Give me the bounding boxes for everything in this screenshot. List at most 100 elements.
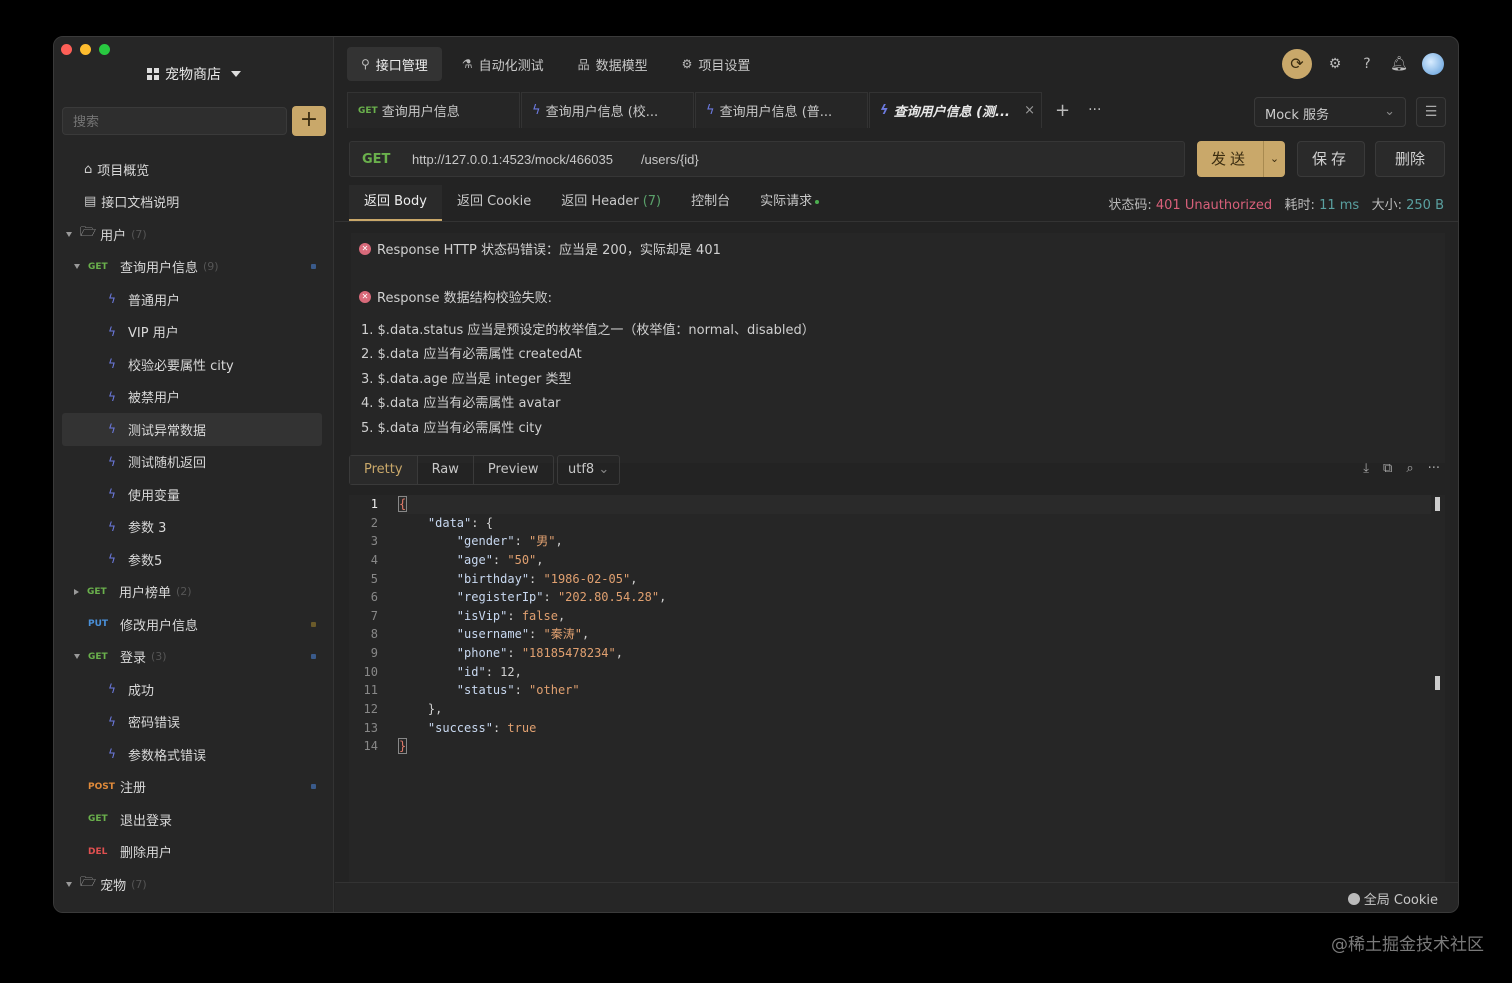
request-method[interactable]: GET	[350, 152, 412, 167]
tree-item[interactable]: GET 查询用户信息 (9)	[62, 251, 322, 284]
tree-item[interactable]: ϟ 参数5	[62, 543, 322, 576]
response-tab[interactable]: 返回 Header (7)	[546, 185, 676, 221]
tree-item[interactable]: ⌂ 项目概览	[62, 153, 322, 186]
size-value: 250 B	[1406, 198, 1444, 213]
send-button[interactable]: 发送 ⌄	[1197, 141, 1285, 177]
request-tabs: GET 查询用户信息 ϟ 查询用户信息 (校... ϟ 查询用户信息 (普... ϟ 查询用户…	[347, 92, 1101, 128]
response-tab[interactable]: 返回 Body	[349, 185, 442, 221]
mock-service-select[interactable]: Mock 服务 ⌄	[1254, 97, 1406, 127]
tree-item[interactable]: ϟ 被禁用户	[62, 381, 322, 414]
chevron-down-icon[interactable]	[74, 264, 80, 270]
request-tab[interactable]: ϟ 查询用户信息 (普...	[695, 92, 868, 128]
download-icon[interactable]: ⤓	[1363, 461, 1369, 476]
tree-item[interactable]: ▤ 接口文档说明	[62, 186, 322, 219]
close-window-button[interactable]	[61, 44, 72, 55]
gear-icon[interactable]: ⚙	[1326, 56, 1344, 72]
code-token: false	[521, 608, 558, 623]
global-cookie-button[interactable]: 全局 Cookie	[1347, 889, 1438, 908]
url-path-input[interactable]: /users/{id}	[641, 152, 699, 167]
maximize-window-button[interactable]	[99, 44, 110, 55]
code-content[interactable]: { "data": { "gender": "男", "age": "50", …	[397, 495, 1431, 756]
add-button[interactable]: +	[292, 106, 326, 136]
tree-item[interactable]: GET 用户榜单 (2)	[62, 576, 322, 609]
request-tab[interactable]: ϟ 查询用户信息 (校...	[521, 92, 694, 128]
nav-tab[interactable]: ⚙ 项目设置	[668, 47, 765, 81]
status-dot	[815, 199, 820, 204]
view-tab[interactable]: Raw	[418, 456, 474, 484]
bolt-icon: ϟ	[108, 357, 116, 372]
scroll-thumb[interactable]	[1435, 497, 1440, 511]
tree-item[interactable]: ϟ 使用变量	[62, 478, 322, 511]
search-input[interactable]	[62, 107, 287, 135]
tree-item[interactable]: ϟ VIP 用户	[62, 316, 322, 349]
bolt-icon: ϟ	[108, 324, 116, 339]
list-icon[interactable]: ☰	[1416, 97, 1446, 127]
sync-icon[interactable]: ⟳	[1282, 49, 1312, 79]
tree-item[interactable]: DEL 删除用户	[62, 836, 322, 869]
more-tabs-button[interactable]: ···	[1088, 102, 1101, 118]
tree-item[interactable]: ϟ 测试异常数据	[62, 413, 322, 446]
view-tab[interactable]: Preview	[474, 456, 553, 484]
tree-item[interactable]: 🗁︎ 宠物 (7)	[62, 868, 322, 901]
code-token: "gender"	[456, 534, 515, 549]
chevron-down-icon[interactable]	[66, 231, 72, 237]
code-token: "phone"	[456, 646, 508, 661]
request-tab[interactable]: GET 查询用户信息	[347, 92, 520, 128]
tree-item[interactable]: 🗁︎ 用户 (7)	[62, 218, 322, 251]
page-icon: ⌂	[84, 161, 93, 177]
project-switcher[interactable]: 宠物商店	[54, 64, 334, 84]
code-line: "status": "other"	[399, 681, 1431, 700]
more-icon[interactable]: ···	[1428, 461, 1440, 476]
tree-item-label: 查询用户信息	[120, 261, 199, 277]
avatar[interactable]	[1422, 53, 1444, 75]
base-url[interactable]: http://127.0.0.1:4523/mock/466035	[412, 152, 613, 167]
save-button[interactable]: 保存	[1297, 141, 1365, 177]
close-icon[interactable]: ×	[1024, 103, 1035, 118]
nav-tab[interactable]: ⚗ 自动化测试	[448, 47, 558, 81]
search-icon[interactable]: ⌕	[1406, 461, 1413, 476]
view-tab[interactable]: Pretty	[350, 456, 418, 484]
bell-icon[interactable]: 🔔︎	[1390, 56, 1408, 72]
tree-item[interactable]: ϟ 密码错误	[62, 706, 322, 739]
response-tab[interactable]: 返回 Cookie	[442, 185, 546, 221]
nav-tab-label: 接口管理	[375, 58, 428, 74]
vertical-scrollbar[interactable]	[1433, 495, 1443, 883]
response-tab[interactable]: 控制台	[676, 185, 745, 221]
cookie-icon	[1347, 892, 1360, 905]
tree-item-label: 注册	[120, 781, 147, 797]
tree-item[interactable]: ϟ 参数格式错误	[62, 738, 322, 771]
chevron-down-icon[interactable]	[66, 881, 72, 887]
help-icon[interactable]: ?	[1358, 56, 1376, 72]
tree-item[interactable]: ϟ 测试随机返回	[62, 446, 322, 479]
minimize-window-button[interactable]	[80, 44, 91, 55]
tree-item[interactable]: ϟ 普通用户	[62, 283, 322, 316]
encoding-select[interactable]: utf8 ⌄	[557, 455, 621, 485]
code-token: : {	[471, 515, 493, 530]
tree-item[interactable]: PUT 修改用户信息	[62, 608, 322, 641]
response-tab-label: 返回 Cookie	[456, 194, 532, 209]
nav-tab[interactable]: ⚲ 接口管理	[347, 47, 442, 81]
tab-label: 查询用户信息 (测...	[893, 105, 1010, 120]
tree-item[interactable]: POST 注册	[62, 771, 322, 804]
delete-button[interactable]: 删除	[1375, 141, 1445, 177]
nav-tab[interactable]: 品数据模型	[564, 47, 662, 81]
tab-label: 查询用户信息 (校...	[545, 105, 659, 120]
chevron-down-icon[interactable]: ⌄	[1263, 141, 1285, 177]
response-tab[interactable]: 实际请求	[745, 185, 834, 221]
tree-item[interactable]: GET 退出登录	[62, 803, 322, 836]
code-token: "秦涛"	[543, 627, 582, 642]
code-line: "success": true	[399, 719, 1431, 738]
add-tab-button[interactable]: +	[1055, 100, 1070, 121]
chevron-down-icon[interactable]	[74, 654, 80, 660]
tree-item[interactable]: GET 登录 (3)	[62, 641, 322, 674]
chevron-right-icon[interactable]	[74, 588, 79, 595]
response-body-editor[interactable]: 1 2 3 4 5 6 7 8 9 10 11 12 13 14 { "data": { "gender"…	[349, 495, 1445, 883]
watermark: @稀土掘金技术社区	[1331, 935, 1484, 955]
tree-item[interactable]: ϟ 参数 3	[62, 511, 322, 544]
tree-item[interactable]: ϟ 成功	[62, 673, 322, 706]
tree-item[interactable]: ϟ 校验必要属性 city	[62, 348, 322, 381]
request-tab[interactable]: ϟ 查询用户信息 (测... ×	[869, 92, 1042, 128]
copy-icon[interactable]: ⧉	[1383, 461, 1392, 476]
